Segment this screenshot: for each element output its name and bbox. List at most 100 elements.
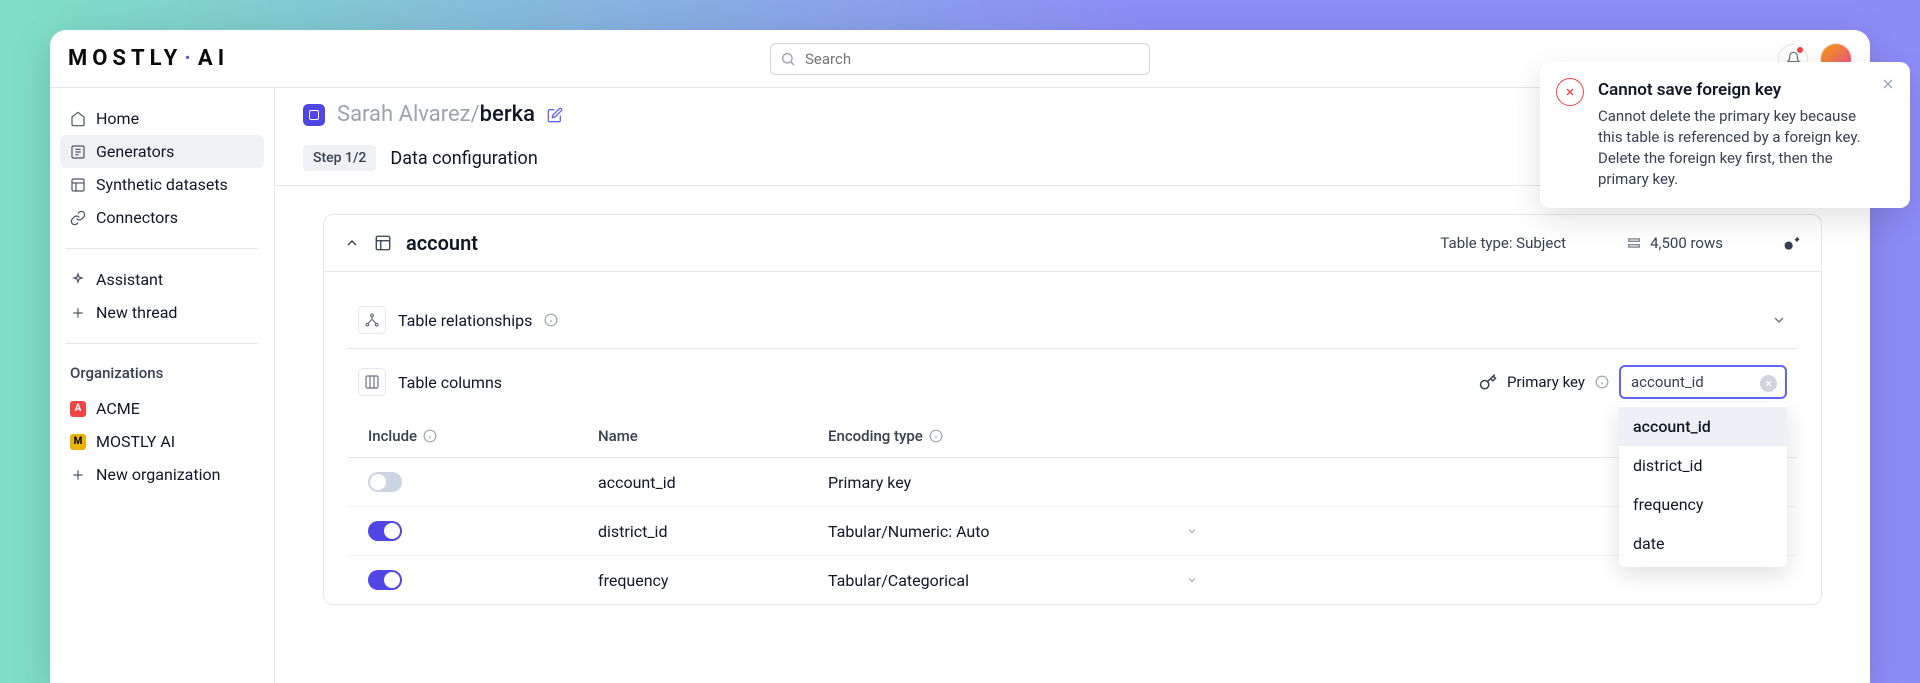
org-badge: A [70,401,86,417]
primary-key-select[interactable]: account_id [1619,365,1787,399]
th-encoding: Encoding type [828,427,1228,445]
primary-key-wrap: Primary key account_id [1479,365,1787,399]
relationships-label: Table relationships [398,311,532,330]
rows-icon [1626,236,1642,250]
plus-icon [70,467,86,483]
sidebar-item-label: Assistant [96,270,163,289]
card-meta: Table type: Subject 4,500 rows [1440,234,1801,252]
error-toast: Cannot save foreign key Cannot delete th… [1540,62,1870,208]
columns-icon [364,374,380,390]
columns-table-header: Include Name Encoding type [348,415,1797,458]
generator-icon [303,104,325,126]
pk-option[interactable]: frequency [1619,485,1787,524]
table-name: account [406,231,478,255]
sidebar-item-label: Synthetic datasets [96,175,228,194]
columns-header: Table columns Primary key account_id [348,349,1797,415]
sidebar-separator [66,248,258,249]
chevron-down-icon[interactable] [1186,525,1198,537]
table-icon [374,234,392,252]
step-title: Data configuration [390,148,537,169]
info-icon[interactable] [544,313,558,327]
sidebar-item-connectors[interactable]: Connectors [60,201,264,234]
branch-icon [364,312,380,328]
column-name: district_id [598,522,828,541]
include-toggle[interactable] [368,570,402,590]
table-row: account_id Primary key [348,458,1797,507]
pk-option[interactable]: account_id [1619,407,1787,446]
breadcrumb-name: berka [480,102,535,127]
th-include: Include [368,427,598,445]
breadcrumb-owner: Sarah Alvarez/ [337,102,480,127]
org-label: MOSTLY AI [96,432,175,451]
orgs-heading: Organizations [60,358,264,392]
org-badge: M [70,434,86,450]
search-icon [780,51,796,67]
sidebar-item-label: Connectors [96,208,178,227]
table-type: Table type: Subject [1440,234,1566,252]
app-window: MOSTLY·AI Home Generators [50,30,1870,683]
pk-value: account_id [1631,373,1704,391]
table-card: account Table type: Subject 4,500 rows [323,214,1822,605]
card-body: Table relationships Table columns [324,272,1821,604]
rows-count-label: 4,500 rows [1650,234,1723,252]
sidebar-item-new-org[interactable]: New organization [60,458,264,491]
sidebar-item-label: Home [96,109,139,128]
sidebar-item-synthetic-datasets[interactable]: Synthetic datasets [60,168,264,201]
encoding-value: Tabular/Categorical [828,571,969,590]
sidebar-item-new-thread[interactable]: New thread [60,296,264,329]
org-label: ACME [96,399,140,418]
sidebar-item-label: New thread [96,303,177,322]
logo: MOSTLY·AI [68,46,229,71]
relationships-row: Table relationships [348,292,1797,349]
error-icon [1556,78,1584,106]
pk-option[interactable]: district_id [1619,446,1787,485]
content-area: account Table type: Subject 4,500 rows [275,186,1870,605]
search-input[interactable] [770,43,1150,75]
columns-label: Table columns [398,373,502,392]
chevron-up-icon[interactable] [344,235,360,251]
toast-title: Cannot save foreign key [1598,80,1866,100]
sidebar-separator [66,343,258,344]
plus-icon [70,305,86,321]
include-toggle[interactable] [368,472,402,492]
edit-icon[interactable] [547,107,563,123]
columns-icon-box [358,368,386,396]
toast-body: Cannot delete the primary key because th… [1598,106,1866,190]
notification-dot [1797,47,1803,53]
search-container [770,43,1150,75]
sidebar: Home Generators Synthetic datasets Conne… [50,88,275,683]
rows-count: 4,500 rows [1626,234,1723,252]
sparkle-icon [70,272,86,288]
column-name: account_id [598,473,828,492]
th-name: Name [598,427,828,445]
clear-pk-button[interactable] [1760,375,1777,392]
info-icon[interactable] [1595,375,1609,389]
info-icon[interactable] [929,429,943,443]
step-badge: Step 1/2 [303,145,376,171]
sidebar-item-home[interactable]: Home [60,102,264,135]
key-icon[interactable] [1783,234,1801,252]
table-row: district_id Tabular/Numeric: Auto [348,507,1797,556]
connectors-icon [70,210,86,226]
encoding-value: Primary key [828,473,911,492]
generators-icon [70,144,86,160]
datasets-icon [70,177,86,193]
sidebar-item-assistant[interactable]: Assistant [60,263,264,296]
chevron-down-icon[interactable] [1186,574,1198,586]
sidebar-item-label: New organization [96,465,220,484]
pk-dropdown: account_id district_id frequency date [1619,403,1787,567]
relationships-icon-box [358,306,386,334]
include-toggle[interactable] [368,521,402,541]
column-name: frequency [598,571,828,590]
chevron-down-icon[interactable] [1771,312,1787,328]
home-icon [70,111,86,127]
pk-option[interactable]: date [1619,524,1787,563]
sidebar-item-generators[interactable]: Generators [60,135,264,168]
table-row: frequency Tabular/Categorical [348,556,1797,604]
card-header: account Table type: Subject 4,500 rows [324,215,1821,272]
org-item-acme[interactable]: A ACME [60,392,264,425]
encoding-value: Tabular/Numeric: Auto [828,522,989,541]
org-item-mostly-ai[interactable]: M MOSTLY AI [60,425,264,458]
info-icon[interactable] [423,429,437,443]
key-icon [1479,373,1497,391]
